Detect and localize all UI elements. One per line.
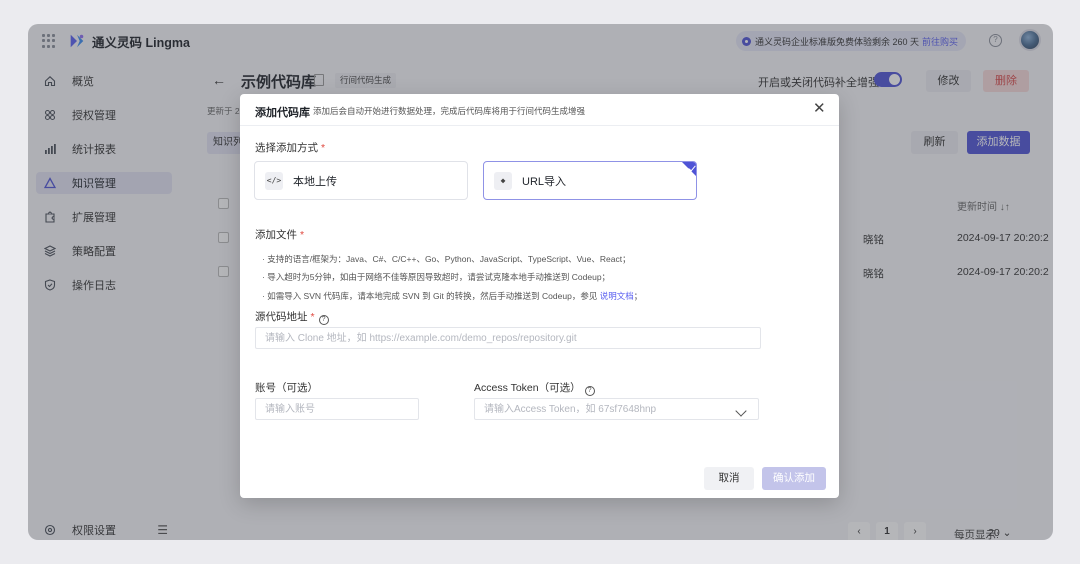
token-label: Access Token（可选）? (474, 380, 595, 396)
account-label: 账号（可选） (255, 382, 318, 394)
file-label: 添加文件 * (255, 229, 305, 241)
cancel-button[interactable]: 取消 (704, 467, 754, 490)
add-repo-dialog: 添加代码库 添加后会自动开始进行数据处理，完成后代码库将用于行间代码生成增强 ✕… (240, 94, 839, 498)
source-url-input[interactable] (255, 327, 761, 349)
docs-link[interactable]: 说明文档 (600, 291, 634, 301)
git-icon: ◆ (494, 171, 512, 190)
method-label-url: URL导入 (522, 175, 567, 188)
help-icon[interactable]: ? (584, 386, 595, 396)
selected-check-icon (682, 162, 696, 176)
method-label: 选择添加方式 * (255, 142, 326, 154)
source-label: 源代码地址 *? (255, 309, 329, 325)
dialog-subtitle: 添加后会自动开始进行数据处理，完成后代码库将用于行间代码生成增强 (313, 106, 586, 116)
method-label-local: 本地上传 (293, 175, 337, 188)
hint-svn: · 如需导入 SVN 代码库，请本地完成 SVN 到 Git 的转换，然后手动推… (262, 291, 643, 301)
hint-timeout: · 导入超时为5分钟，如由于网络不佳等原因导致超时，请尝试克隆本地手动推送到 C… (262, 272, 611, 282)
dialog-title: 添加代码库 (255, 107, 310, 119)
method-local-upload[interactable]: </> 本地上传 (254, 161, 468, 200)
hint-languages: · 支持的语言/框架为：Java、C#、C/C++、Go、Python、Java… (262, 254, 631, 264)
close-icon[interactable]: ✕ (813, 101, 826, 116)
token-input[interactable] (474, 398, 759, 420)
code-icon: </> (265, 171, 283, 190)
confirm-add-button[interactable]: 确认添加 (762, 467, 826, 490)
help-icon[interactable]: ? (318, 315, 329, 325)
method-url-import[interactable]: ◆ URL导入 (483, 161, 697, 200)
account-input[interactable] (255, 398, 419, 420)
dialog-header: 添加代码库 添加后会自动开始进行数据处理，完成后代码库将用于行间代码生成增强 ✕ (240, 94, 839, 126)
